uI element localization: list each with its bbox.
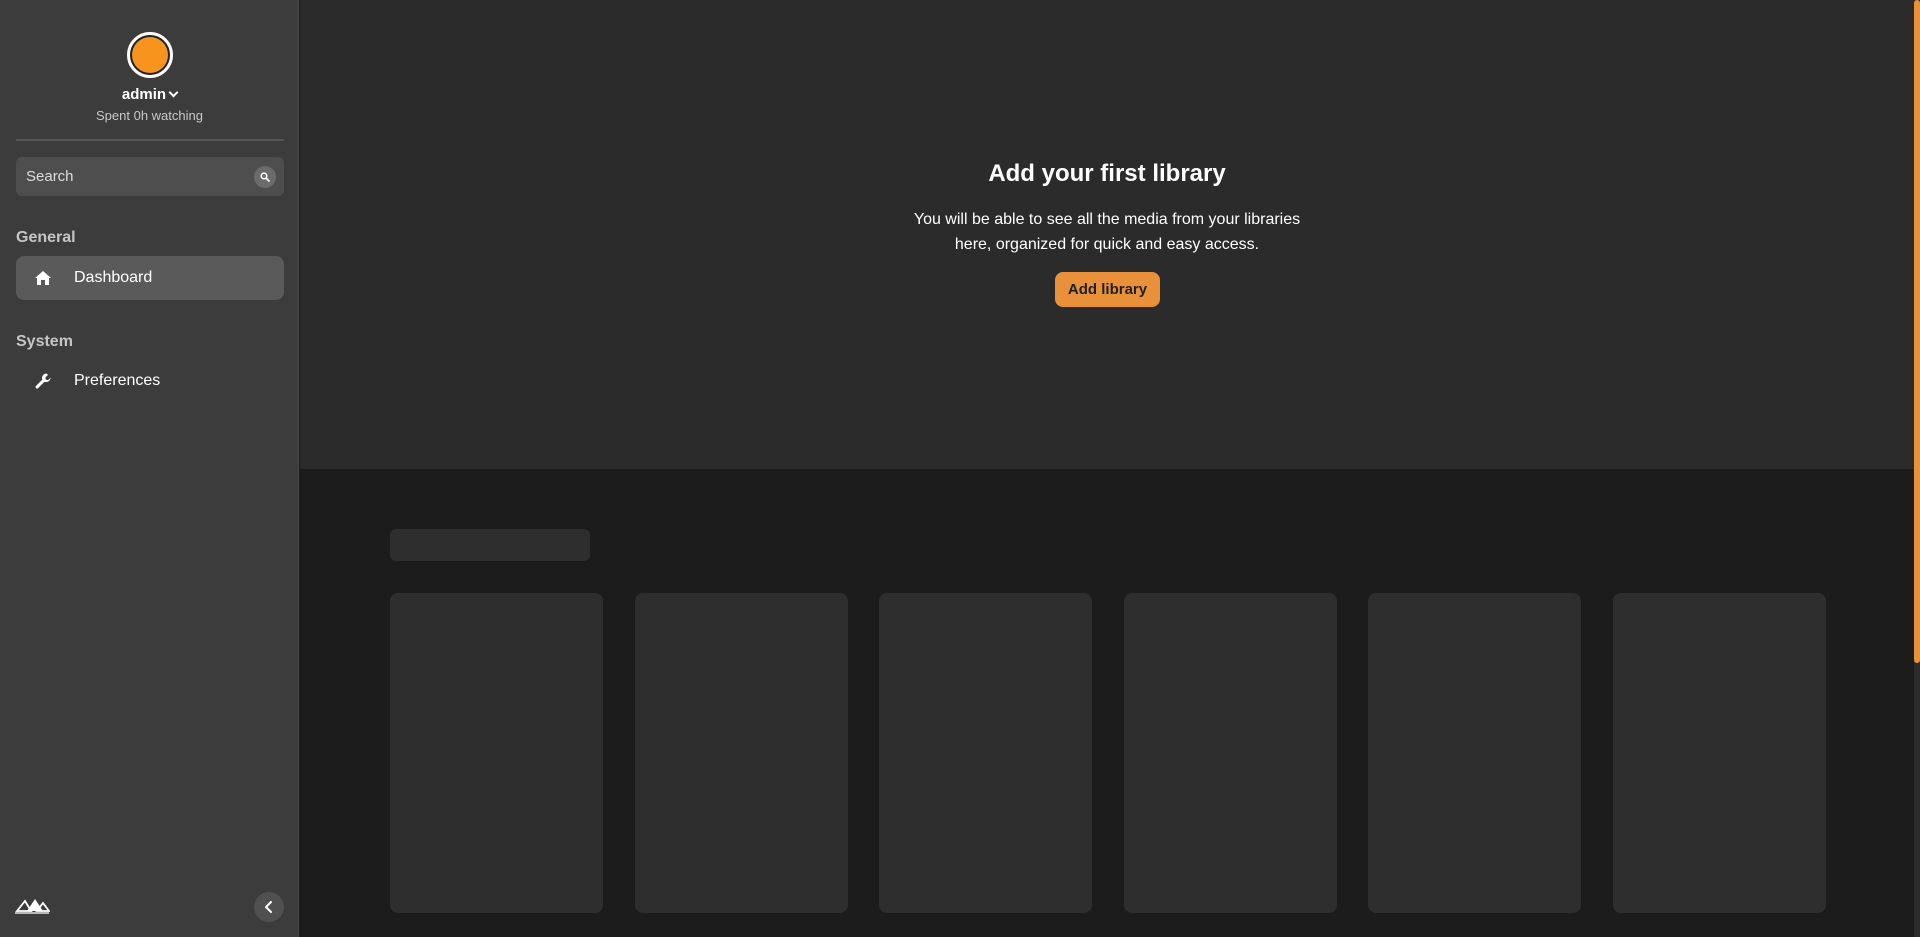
app-logo[interactable]	[14, 893, 51, 919]
user-name: admin	[121, 86, 167, 103]
skeleton-section-title	[390, 529, 590, 561]
skeleton-card	[635, 593, 848, 913]
sidebar-item-preferences[interactable]: Preferences	[16, 359, 284, 403]
home-icon	[33, 268, 53, 288]
hero-description: You will be able to see all the media fr…	[913, 211, 1301, 253]
skeleton-card	[1613, 593, 1826, 913]
search-box	[16, 157, 284, 196]
avatar-fill	[132, 37, 168, 73]
chevron-left-icon	[265, 901, 272, 913]
empty-library-hero: Add your first library You will be able …	[300, 0, 1914, 469]
skeleton-card	[1368, 593, 1581, 913]
skeleton-card	[390, 593, 603, 913]
hero-title: Add your first library	[988, 160, 1226, 187]
search-button[interactable]	[254, 166, 276, 188]
sidebar-item-label: Preferences	[74, 372, 161, 389]
search-input[interactable]	[16, 157, 246, 196]
user-menu-toggle[interactable]: admin	[0, 86, 299, 103]
chevron-down-icon	[168, 87, 179, 98]
skeleton-card	[879, 593, 1092, 913]
user-avatar[interactable]	[127, 32, 173, 78]
scrollbar[interactable]	[1914, 0, 1920, 937]
scrollbar-thumb[interactable]	[1914, 0, 1920, 663]
sidebar: admin Spent 0h watching General Dashboar…	[0, 0, 299, 937]
sidebar-item-dashboard[interactable]: Dashboard	[16, 256, 284, 300]
section-label-system: System	[16, 333, 73, 350]
add-library-button[interactable]: Add library	[1055, 272, 1160, 307]
skeleton-card	[1124, 593, 1337, 913]
collapse-sidebar-button[interactable]	[254, 892, 284, 922]
user-watch-time: Spent 0h watching	[96, 108, 203, 123]
search-icon	[260, 172, 270, 182]
sidebar-item-label: Dashboard	[74, 269, 153, 286]
wrench-icon	[33, 371, 53, 391]
section-label-general: General	[16, 229, 76, 246]
sidebar-divider	[16, 139, 284, 141]
